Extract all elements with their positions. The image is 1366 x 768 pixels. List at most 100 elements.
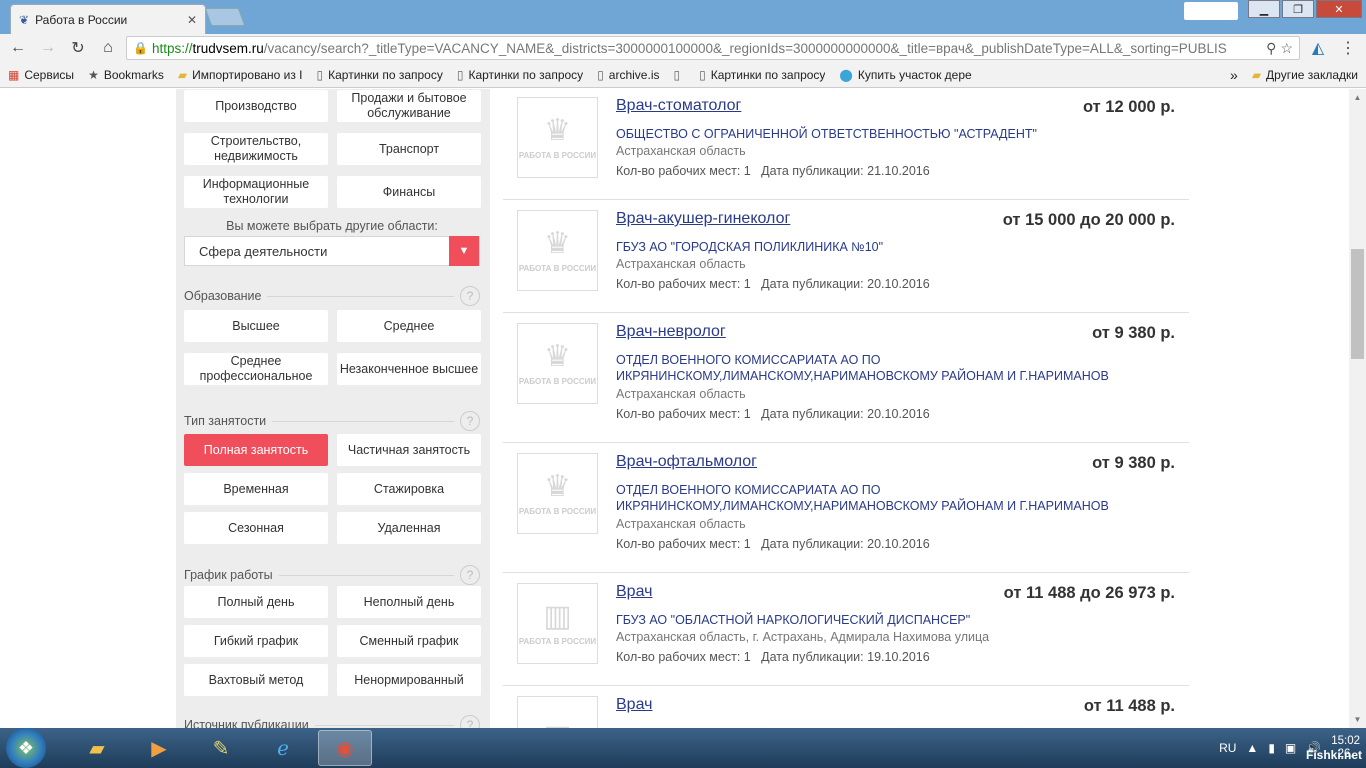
clock-time: 15:02 bbox=[1331, 735, 1360, 747]
vacancy-card: ▥ РАБОТА В РОССИИ Врач от 11 488 до 26 9… bbox=[503, 573, 1189, 686]
chip-employment-active[interactable]: Полная занятость bbox=[184, 434, 328, 466]
vacancy-region: Астраханская область bbox=[616, 257, 746, 271]
other-bookmarks[interactable]: ▰ Другие закладки bbox=[1252, 68, 1358, 82]
emblem-icon: ♛ bbox=[544, 114, 571, 147]
vacancy-company[interactable]: ОТДЕЛ ВОЕННОГО КОМИССАРИАТА АО ПО ИКРЯНИ… bbox=[616, 482, 1136, 514]
show-hidden-icons-icon[interactable]: ▲ bbox=[1246, 741, 1258, 755]
chip-schedule[interactable]: Полный день bbox=[184, 586, 328, 618]
chip-schedule[interactable]: Сменный график bbox=[337, 625, 481, 657]
maximize-button[interactable]: ❐ bbox=[1282, 0, 1314, 18]
employer-logo[interactable]: ▥ bbox=[517, 696, 598, 728]
extension-icon[interactable]: ◭ bbox=[1306, 36, 1330, 60]
menu-icon[interactable]: ⋮ bbox=[1336, 36, 1360, 60]
vacancy-company[interactable]: ГБУЗ АО "ОБЛАСТНОЙ НАРКОЛОГИЧЕСКИЙ ДИСПА… bbox=[616, 612, 1136, 628]
more-bookmarks-button[interactable]: » bbox=[1230, 67, 1238, 83]
paint-icon[interactable]: ✎ bbox=[194, 730, 248, 766]
activity-select[interactable]: Сфера деятельности ▼ bbox=[184, 236, 480, 266]
bookmark-item[interactable]: ⬤ Купить участок дере bbox=[839, 68, 971, 82]
bookmark-item[interactable]: ▯ Картинки по запросу bbox=[317, 68, 443, 82]
chip-employment[interactable]: Частичная занятость bbox=[337, 434, 481, 466]
vacancy-card: ♛ РАБОТА В РОССИИ Врач-акушер-гинеколог … bbox=[503, 200, 1189, 313]
scrollbar-thumb[interactable] bbox=[1351, 249, 1364, 359]
employer-logo[interactable]: ♛ РАБОТА В РОССИИ bbox=[517, 97, 598, 178]
vacancy-title-link[interactable]: Врач-акушер-гинеколог bbox=[616, 210, 790, 228]
chip-employment[interactable]: Сезонная bbox=[184, 512, 328, 544]
scroll-up-icon[interactable]: ▲ bbox=[1349, 89, 1366, 106]
reload-button[interactable]: ↻ bbox=[66, 36, 90, 60]
chip-industry[interactable]: Информационные технологии bbox=[184, 176, 328, 208]
explorer-icon[interactable]: ▰ bbox=[70, 730, 124, 766]
vacancy-company[interactable]: ГБУЗ АО "ГОРОДСКАЯ ПОЛИКЛИНИКА №10" bbox=[616, 239, 1136, 255]
device-icon[interactable]: ▣ bbox=[1285, 741, 1296, 755]
chip-employment[interactable]: Стажировка bbox=[337, 473, 481, 505]
media-player-icon[interactable]: ▶ bbox=[132, 730, 186, 766]
zoom-icon[interactable]: ⚲ bbox=[1266, 40, 1276, 57]
bookmark-item[interactable]: ▦ Сервисы bbox=[8, 68, 74, 82]
employer-logo[interactable]: ♛ РАБОТА В РОССИИ bbox=[517, 323, 598, 404]
chip-schedule[interactable]: Вахтовый метод bbox=[184, 664, 328, 696]
help-icon[interactable]: ? bbox=[460, 565, 480, 585]
page-icon: ▯ bbox=[316, 67, 324, 82]
bookmark-item[interactable]: ▯ Картинки по запросу bbox=[457, 68, 583, 82]
chrome-icon[interactable]: ◉ bbox=[318, 730, 372, 766]
bookmark-item[interactable]: ▰ Импортировано из I bbox=[178, 68, 303, 82]
chip-industry[interactable]: Производство bbox=[184, 90, 328, 122]
language-indicator[interactable]: RU bbox=[1219, 741, 1236, 755]
chip-schedule[interactable]: Неполный день bbox=[337, 586, 481, 618]
chip-industry[interactable]: Транспорт bbox=[337, 133, 481, 165]
page-scrollbar[interactable]: ▲ ▼ bbox=[1349, 89, 1366, 728]
chip-employment[interactable]: Временная bbox=[184, 473, 328, 505]
new-tab-button[interactable] bbox=[204, 8, 246, 26]
chip-employment[interactable]: Удаленная bbox=[337, 512, 481, 544]
places-count: 1 bbox=[743, 164, 751, 178]
chip-education[interactable]: Незаконченное высшее bbox=[337, 353, 481, 385]
chip-schedule[interactable]: Гибкий график bbox=[184, 625, 328, 657]
building-icon: ▥ bbox=[543, 600, 572, 633]
browser-tab-active[interactable]: ❦ Работа в России ✕ bbox=[10, 4, 206, 34]
network-icon[interactable]: ▮ bbox=[1268, 741, 1275, 755]
employer-logo[interactable]: ♛ РАБОТА В РОССИИ bbox=[517, 210, 598, 291]
vacancy-title-link[interactable]: Врач bbox=[616, 696, 652, 714]
chip-schedule[interactable]: Ненормированный bbox=[337, 664, 481, 696]
internet-explorer-icon[interactable]: ℯ bbox=[256, 730, 310, 766]
close-window-button[interactable]: ✕ bbox=[1316, 0, 1362, 18]
bookmark-item[interactable]: ▯ archive.is bbox=[597, 68, 659, 82]
bookmark-star-icon[interactable]: ☆ bbox=[1280, 40, 1293, 57]
close-tab-icon[interactable]: ✕ bbox=[187, 13, 197, 27]
chip-education[interactable]: Среднее профессиональное bbox=[184, 353, 328, 385]
bookmark-item[interactable]: ★ Bookmarks bbox=[88, 68, 164, 82]
chip-education[interactable]: Среднее bbox=[337, 310, 481, 342]
chip-industry[interactable]: Продажи и бытовое обслуживание bbox=[337, 90, 481, 122]
date-label: Дата публикации: bbox=[761, 164, 864, 178]
employer-logo[interactable]: ▥ РАБОТА В РОССИИ bbox=[517, 583, 598, 664]
minimize-button[interactable]: ▁ bbox=[1248, 0, 1280, 18]
forward-button[interactable]: → bbox=[36, 36, 60, 60]
help-icon[interactable]: ? bbox=[460, 286, 480, 306]
profile-button[interactable] bbox=[1184, 2, 1238, 20]
back-button[interactable]: ← bbox=[6, 36, 30, 60]
chip-industry[interactable]: Финансы bbox=[337, 176, 481, 208]
bookmark-item[interactable]: ▯ bbox=[673, 68, 685, 82]
help-icon[interactable]: ? bbox=[460, 715, 480, 728]
employer-logo[interactable]: ♛ РАБОТА В РОССИИ bbox=[517, 453, 598, 534]
start-button[interactable]: ❖ bbox=[6, 728, 46, 768]
scroll-down-icon[interactable]: ▼ bbox=[1349, 711, 1366, 728]
date-label: Дата публикации: bbox=[761, 537, 864, 551]
vacancy-title-link[interactable]: Врач-офтальмолог bbox=[616, 453, 757, 471]
bookmark-item[interactable]: ▯ Картинки по запросу bbox=[699, 68, 825, 82]
vacancy-title-link[interactable]: Врач bbox=[616, 583, 652, 601]
help-icon[interactable]: ? bbox=[460, 411, 480, 431]
chevron-down-icon[interactable]: ▼ bbox=[449, 236, 479, 266]
address-bar[interactable]: 🔒 https://trudvsem.ru/vacancy/search?_ti… bbox=[126, 36, 1300, 60]
vacancy-title-link[interactable]: Врач-невролог bbox=[616, 323, 726, 341]
chip-education[interactable]: Высшее bbox=[184, 310, 328, 342]
vacancy-title-link[interactable]: Врач-стоматолог bbox=[616, 97, 741, 115]
home-button[interactable]: ⌂ bbox=[96, 36, 120, 60]
logo-caption: РАБОТА В РОССИИ bbox=[518, 264, 597, 273]
vacancy-company[interactable]: ОТДЕЛ ВОЕННОГО КОМИССАРИАТА АО ПО ИКРЯНИ… bbox=[616, 352, 1136, 384]
chip-industry[interactable]: Строительство, недвижимость bbox=[184, 133, 328, 165]
vacancy-company[interactable]: ОБЩЕСТВО С ОГРАНИЧЕННОЙ ОТВЕТСТВЕННОСТЬЮ… bbox=[616, 126, 1136, 142]
vacancy-region: Астраханская область bbox=[616, 387, 746, 401]
logo-caption: РАБОТА В РОССИИ bbox=[518, 507, 597, 516]
vacancy-card: ▥ Врач от 11 488 р. bbox=[503, 686, 1189, 728]
